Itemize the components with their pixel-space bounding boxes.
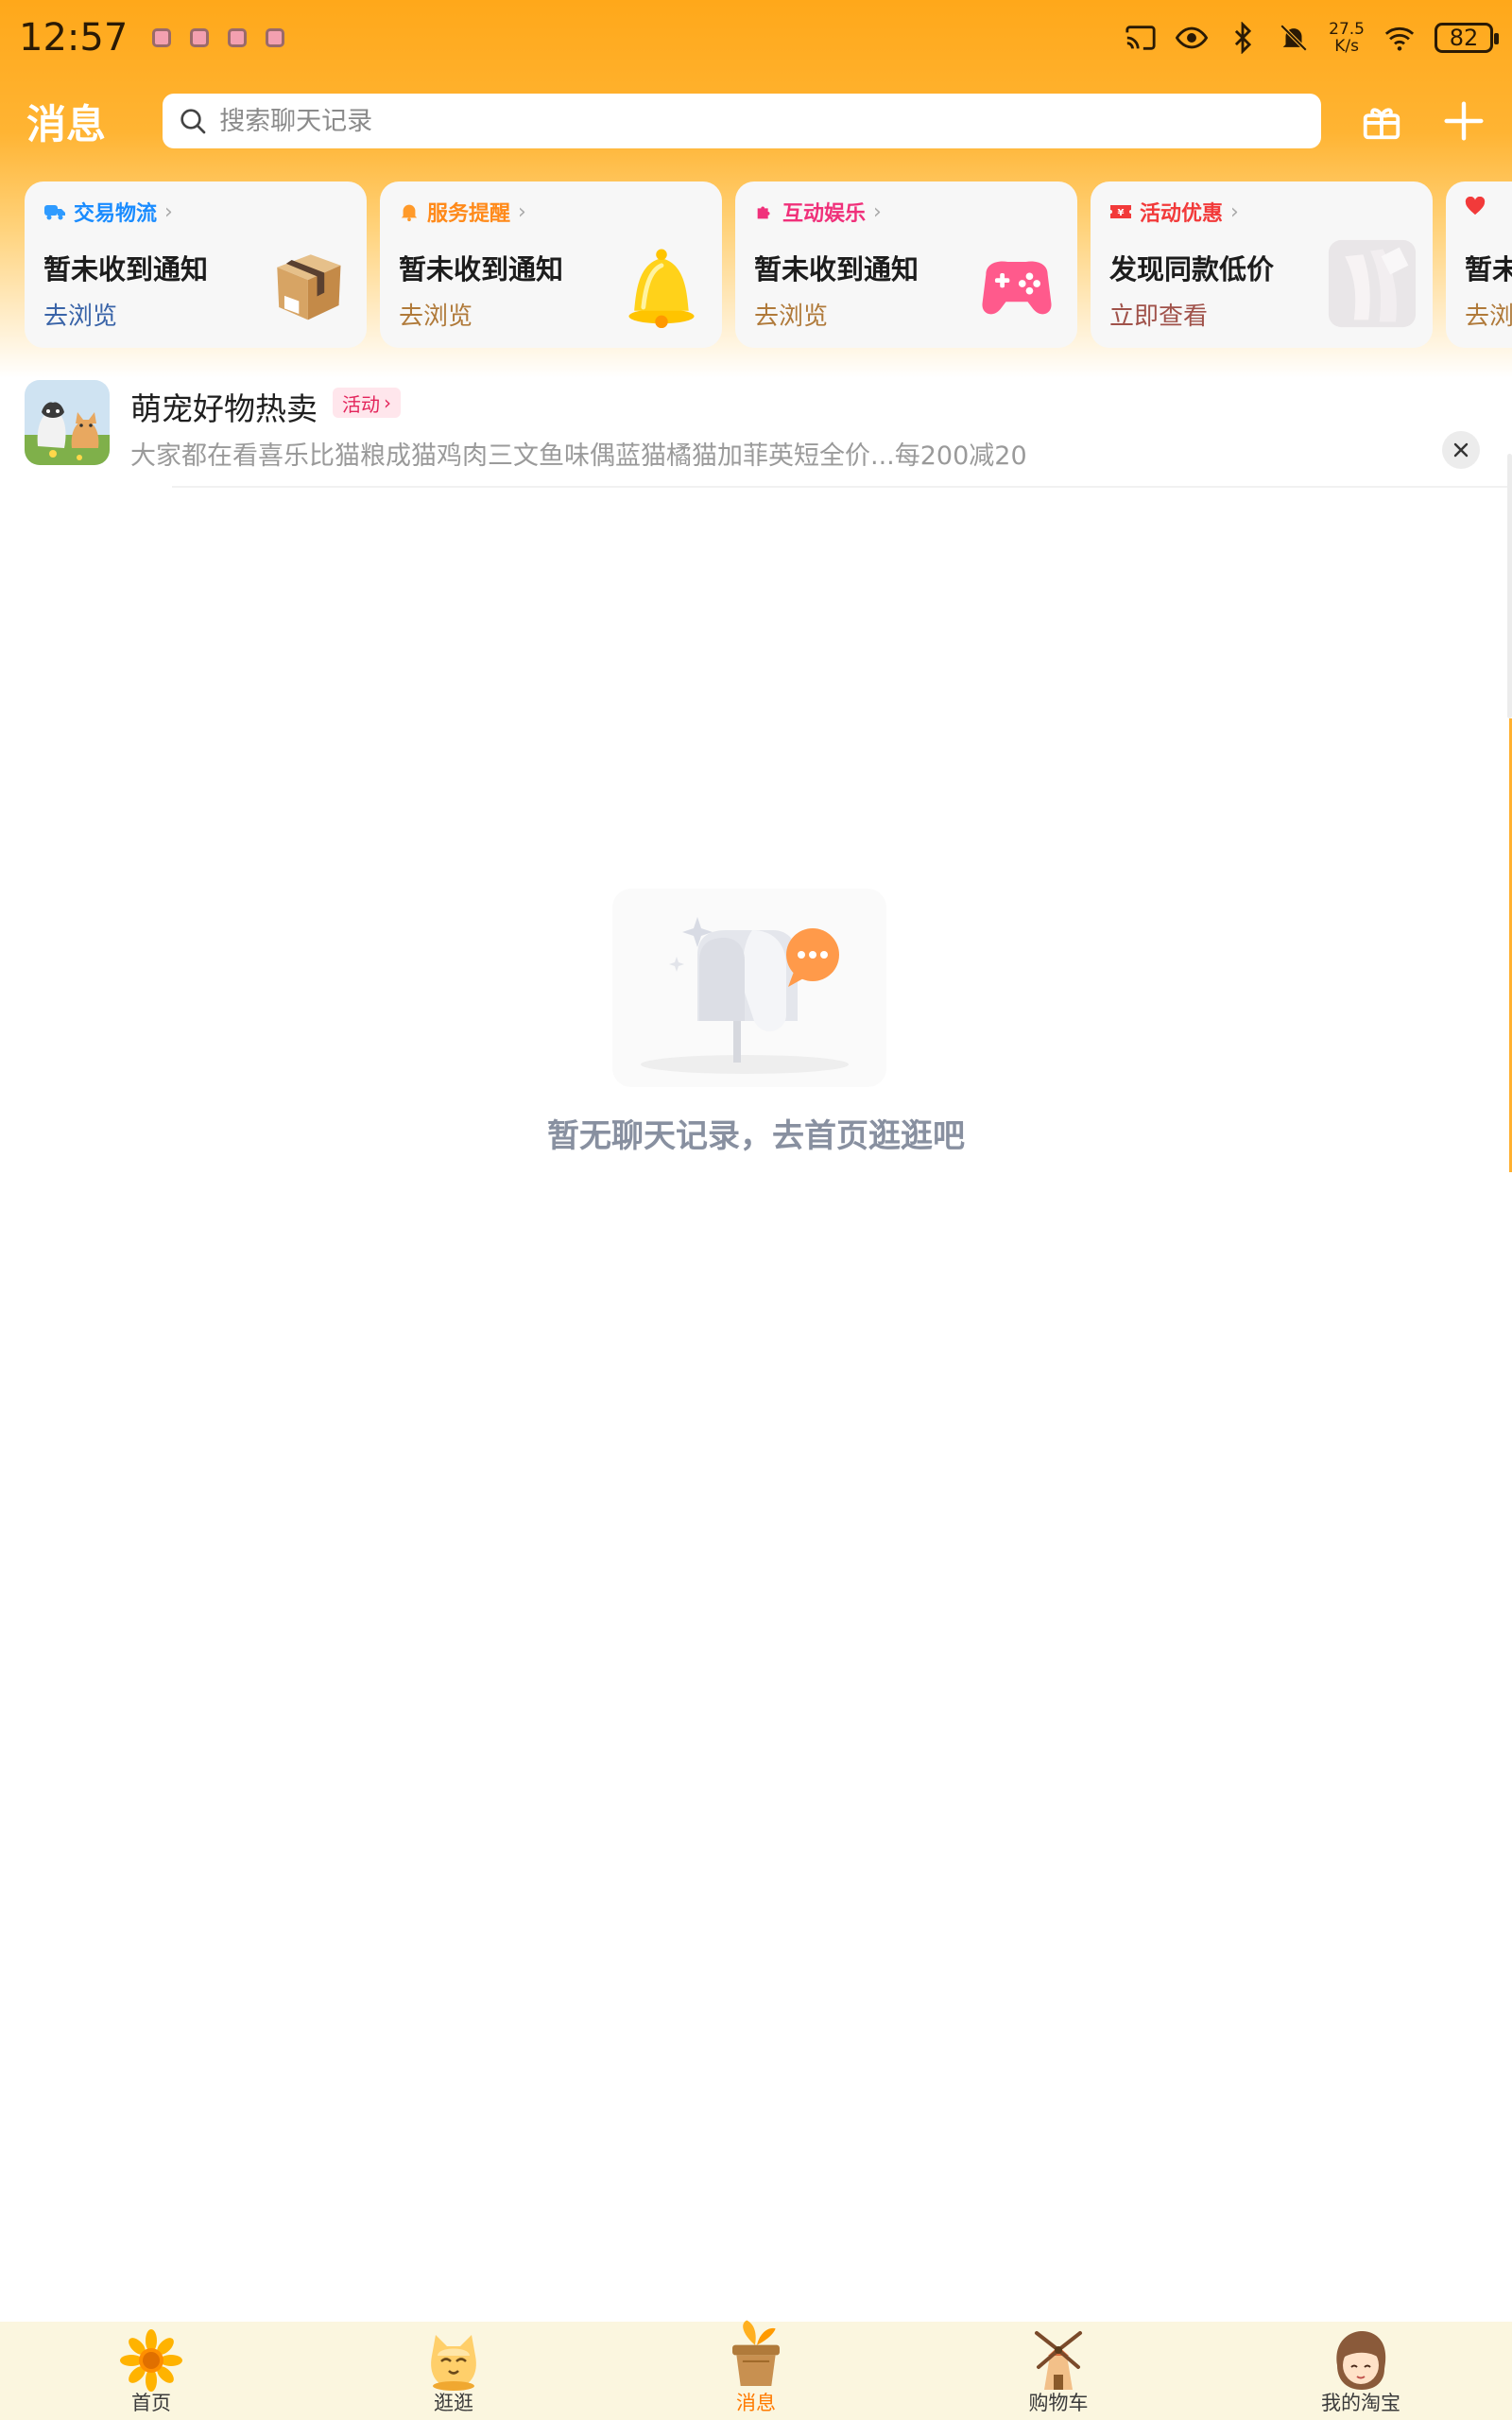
pets-image [25,380,110,465]
truck-icon [44,205,65,220]
mute-bell-icon [1280,24,1308,52]
dismiss-promo-button[interactable] [1442,431,1480,469]
tab-cart[interactable]: 购物车 [907,2322,1210,2420]
close-icon [1453,442,1469,458]
card-action-link[interactable]: 去浏 [1465,297,1512,332]
gamepad-icon [982,261,1052,315]
search-input[interactable] [219,106,1307,136]
product-thumbnail [1328,239,1417,328]
coupon-icon: ¥ [1110,205,1131,218]
add-button[interactable] [1441,97,1486,145]
net-speed-unit: K/s [1334,37,1359,56]
card-category-label: 活动优惠 [1140,202,1224,226]
card-title: 暂未收到通知 [399,253,564,285]
page-title: 消息 [26,100,107,147]
gift-box-icon [1363,108,1400,140]
activity-badge-label: 活动 [342,392,380,416]
card-title: 发现同款低价 [1109,253,1275,285]
card-title: 暂未收到通知 [43,253,209,285]
card-category-label: 交易物流 [74,202,158,226]
network-speed: 27.5 K/s [1329,21,1365,55]
card-category-label: 互动娱乐 [782,202,867,226]
card-category-label: 服务提醒 [427,202,511,226]
app-notification-icon [190,28,210,47]
promo-title: 萌宠好物热卖 [130,390,318,427]
promo-conversation-item[interactable]: 萌宠好物热卖 活动 › 大家都在看喜乐比猫粮成猫鸡肉三文鱼味偶蓝猫橘猫加菲英短全… [25,378,1512,490]
notification-icons [152,28,285,47]
wifi-icon [1384,26,1415,51]
card-header: 交易物流 › [43,197,348,227]
cat-icon [431,2335,476,2391]
tab-home[interactable]: 首页 [0,2322,302,2420]
pet-promo-avatar [25,380,110,465]
empty-state-message: 暂无聊天记录，去首页逛逛吧 [547,1117,965,1155]
scrollbar[interactable] [1507,454,1512,718]
svg-text:¥: ¥ [1118,208,1125,218]
empty-mailbox-illustration [612,889,886,1087]
bell-illustration-icon [628,249,695,329]
card-header: 互动娱乐 › [754,197,1058,227]
tab-label: 我的淘宝 [1321,2392,1400,2414]
battery-indicator: 82 [1435,23,1499,53]
app-notification-icon [266,28,285,47]
app-notification-icon [228,28,248,47]
card-action-link[interactable]: 去浏览 [754,297,828,332]
card-header: 服务提醒 › [399,197,703,227]
status-time: 12:57 [19,16,129,60]
card-title: 暂未收到通知 [754,253,919,285]
activity-badge[interactable]: 活动 › [333,388,401,418]
chevron-right-icon: › [1230,199,1239,224]
search-bar[interactable] [163,94,1322,148]
tab-browse[interactable]: 逛逛 [302,2322,605,2420]
card-interactive-entertainment[interactable]: 互动娱乐 › 暂未收到通知 去浏览 [735,182,1077,348]
chevron-right-icon: › [384,391,391,414]
net-speed-value: 27.5 [1329,20,1365,39]
messages-header: 消息 [0,87,1512,155]
tab-label: 购物车 [1028,2392,1089,2414]
sunflower-icon [120,2329,182,2392]
windmill-icon [1035,2331,1082,2390]
card-service-reminder[interactable]: 服务提醒 › 暂未收到通知 去浏览 [380,182,722,348]
card-action-link[interactable]: 立即查看 [1109,297,1208,332]
cast-icon [1125,26,1156,50]
notification-category-cards: 交易物流 › 暂未收到通知 去浏览 服务提醒 › 暂未收到通知 去浏览 互动娱乐… [25,182,1512,350]
tab-label: 逛逛 [434,2392,473,2414]
package-box-icon [277,254,341,320]
card-title: 暂未 [1465,253,1512,285]
girl-avatar-icon [1336,2331,1386,2390]
status-bar: 12:57 27.5 K/s 82 [0,0,1512,76]
tab-label: 消息 [736,2392,776,2414]
tab-my-taobao[interactable]: 我的淘宝 [1210,2322,1512,2420]
tab-label: 首页 [131,2392,171,2414]
app-notification-icon [152,28,172,47]
chevron-right-icon: › [518,199,526,224]
heart-icon [1465,197,1486,216]
eye-icon [1176,26,1209,49]
gift-button[interactable] [1359,97,1403,145]
list-divider [172,486,1512,488]
promo-description: 大家都在看喜乐比猫粮成猫鸡肉三文鱼味偶蓝猫橘猫加菲英短全价...每200减20 [130,441,1027,471]
card-header: ¥ 活动优惠 › [1109,197,1414,227]
search-icon [180,109,206,134]
chevron-right-icon: › [873,199,882,224]
card-trade-logistics[interactable]: 交易物流 › 暂未收到通知 去浏览 [25,182,367,348]
card-partial-favorites[interactable]: 暂未 去浏 [1446,182,1512,348]
card-action-link[interactable]: 去浏览 [43,297,117,332]
bottom-navigation: 首页 逛逛 消息 购物车 我的淘宝 [0,2320,1512,2420]
puzzle-icon [757,206,770,219]
tab-messages[interactable]: 消息 [605,2320,907,2420]
plus-icon [1444,101,1484,141]
plant-pot-icon [732,2320,780,2386]
card-action-link[interactable]: 去浏览 [399,297,472,332]
bluetooth-icon [1235,22,1252,54]
bell-icon [401,204,418,222]
card-header [1465,197,1512,216]
card-promotions[interactable]: ¥ 活动优惠 › 发现同款低价 立即查看 [1091,182,1433,348]
chevron-right-icon: › [164,199,173,224]
